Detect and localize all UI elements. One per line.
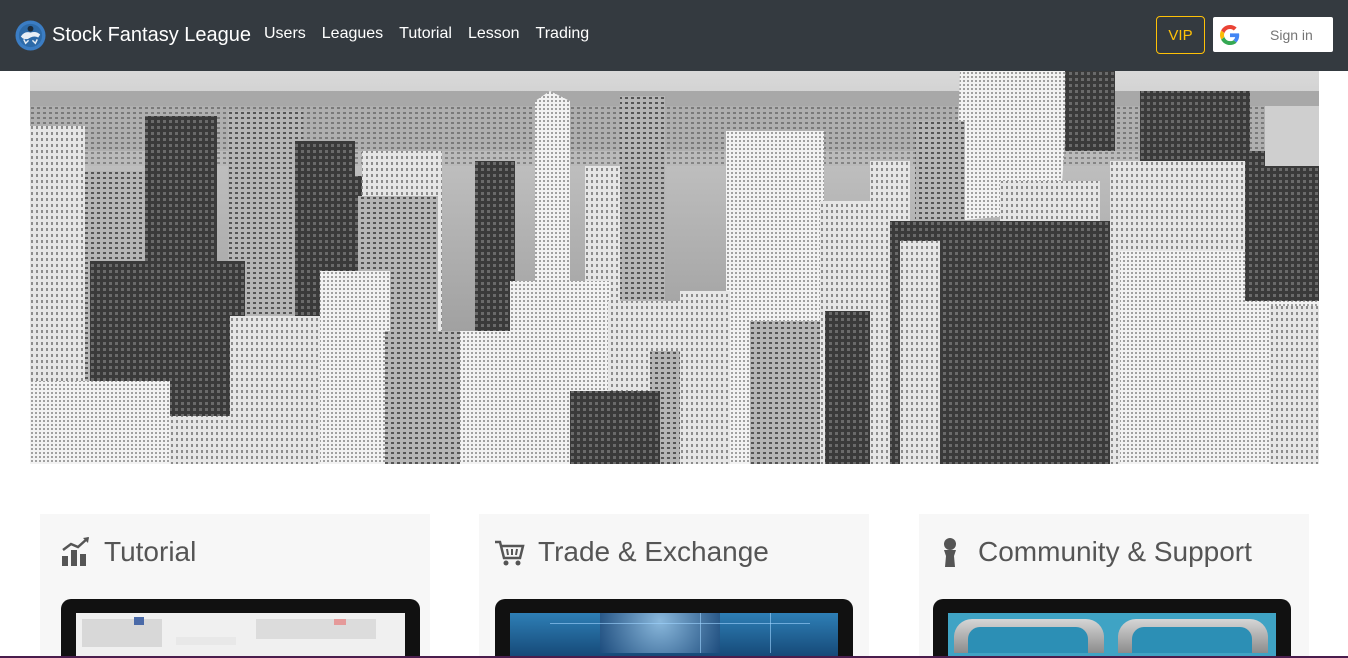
nav-tutorial[interactable]: Tutorial [399, 25, 452, 43]
navbar: Stock Fantasy League Users Leagues Tutor… [0, 0, 1348, 71]
hero-banner-image [30, 71, 1319, 464]
tutorial-laptop-image [61, 599, 420, 658]
google-icon [1220, 24, 1240, 45]
tutorial-card[interactable]: Tutorial [40, 514, 430, 658]
google-signin-button[interactable]: Sign in [1213, 17, 1333, 52]
person-icon [944, 538, 956, 567]
nav-trading[interactable]: Trading [536, 25, 590, 43]
nav-leagues[interactable]: Leagues [322, 25, 383, 43]
community-laptop-image [933, 599, 1291, 658]
brand-link[interactable]: Stock Fantasy League [15, 20, 251, 51]
bull-logo-icon [15, 20, 46, 51]
tutorial-card-title: Tutorial [104, 536, 197, 567]
main-nav: Users Leagues Tutorial Lesson Trading [264, 25, 605, 43]
signin-label: Sign in [1270, 26, 1313, 43]
trade-card-header: Trade & Exchange [494, 536, 769, 568]
nav-lesson[interactable]: Lesson [468, 25, 520, 43]
trade-card-title: Trade & Exchange [538, 536, 769, 567]
brand-title: Stock Fantasy League [52, 24, 252, 46]
community-card-title: Community & Support [978, 536, 1252, 567]
tutorial-card-header: Tutorial [60, 536, 196, 568]
community-support-card[interactable]: Community & Support [919, 514, 1309, 658]
chart-bars-icon [62, 537, 89, 566]
vip-button[interactable]: VIP [1156, 16, 1205, 54]
nav-users[interactable]: Users [264, 25, 306, 43]
shopping-cart-icon [495, 540, 525, 566]
community-card-header: Community & Support [934, 536, 1252, 568]
trade-laptop-image [495, 599, 853, 658]
trade-exchange-card[interactable]: Trade & Exchange [479, 514, 869, 658]
